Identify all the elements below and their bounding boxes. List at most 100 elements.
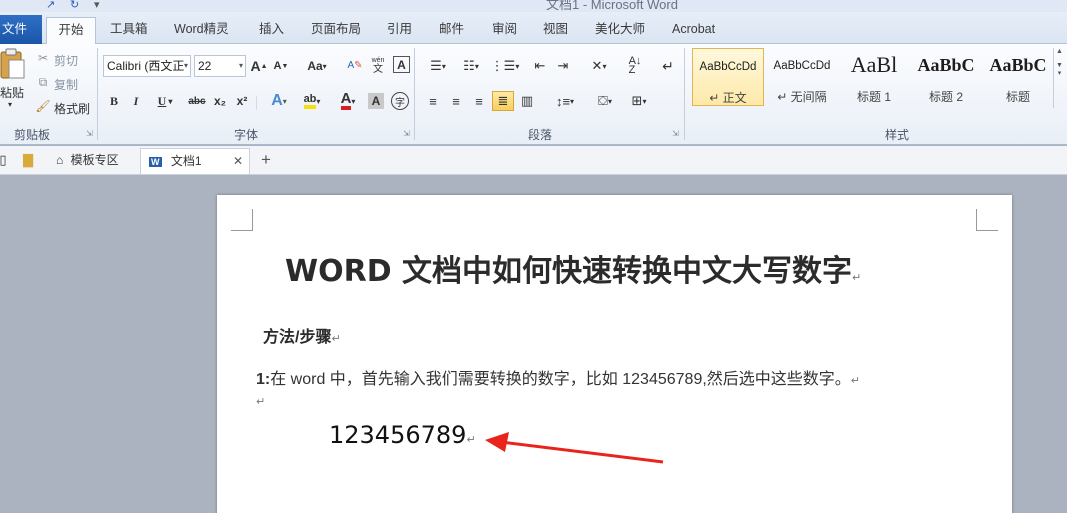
close-icon[interactable]: ✕ [233, 149, 243, 173]
redo-icon[interactable]: ↗ [46, 0, 55, 11]
ribbon-tab-row: 文件 开始 工具箱 Word精灵 插入 页面布局 引用 邮件 审阅 视图 美化大… [0, 12, 1067, 45]
enclose-char-icon[interactable]: 字 [391, 92, 409, 110]
paste-dropdown-icon[interactable]: ▾ [8, 100, 12, 109]
sort-icon[interactable]: A↓ Z [625, 56, 645, 76]
grow-font-icon[interactable]: A ▲ [250, 57, 267, 75]
underline-icon[interactable]: U ▾ [152, 93, 178, 109]
tab-beautify[interactable]: 美化大师 [591, 17, 649, 44]
multilevel-list-icon[interactable]: ⋮☰ ▾ [490, 57, 520, 75]
step-number: 1: [256, 371, 271, 388]
tab-mailings[interactable]: 邮件 [435, 17, 468, 44]
tab-document1[interactable]: W 文档1 ✕ [140, 148, 250, 174]
char-border-icon[interactable]: A [393, 56, 410, 73]
clear-format-icon[interactable]: A ✎ [345, 55, 365, 75]
justify-icon[interactable]: ≣ [492, 91, 514, 111]
styles-group-label: 样式 [885, 128, 910, 142]
change-case-icon[interactable]: Aa ▾ [303, 57, 331, 75]
clipboard-launcher-icon[interactable]: ⇲ [86, 129, 93, 138]
style-normal[interactable]: AaBbCcDd ↵ 正文 [692, 48, 764, 106]
group-divider [414, 48, 415, 140]
section-heading[interactable]: 方法/步骤↵ [263, 323, 341, 347]
paragraph-mark: ↵ [466, 433, 476, 446]
paragraph-launcher-icon[interactable]: ⇲ [672, 129, 679, 138]
increase-indent-icon[interactable]: ⇥ [554, 57, 572, 75]
style-heading-2[interactable]: AaBbC 标题 2 [910, 48, 982, 106]
group-divider [684, 48, 685, 140]
borders-icon[interactable]: ⊞ ▾ [625, 92, 653, 110]
tab-acrobat[interactable]: Acrobat [668, 17, 719, 44]
copy-icon[interactable]: ⧉ [36, 75, 50, 89]
cut-button[interactable]: 剪切 [54, 52, 78, 69]
scissors-icon[interactable]: ✂ [36, 51, 50, 65]
document-title[interactable]: WORD 文档中如何快速转换中文大写数字↵ [285, 246, 861, 290]
distributed-icon[interactable]: ▥ [517, 92, 537, 110]
chevron-down-icon: ▾ [183, 61, 188, 70]
folder-icon[interactable]: ▇ [20, 152, 36, 168]
group-divider [256, 96, 257, 110]
bullets-icon[interactable]: ☰ ▾ [423, 57, 453, 75]
tab-word-genie[interactable]: Word精灵 [170, 17, 233, 44]
shading-icon[interactable]: ⛋ ▾ [591, 91, 619, 111]
font-name-select[interactable]: Calibri (西文正 ▾ [103, 55, 191, 77]
show-marks-icon[interactable]: ↵ [660, 56, 676, 76]
paragraph-mark[interactable]: ↵ [256, 395, 265, 408]
tab-view[interactable]: 视图 [539, 17, 572, 44]
document-area[interactable]: WORD 文档中如何快速转换中文大写数字↵ 方法/步骤↵ 1:在 word 中，… [0, 175, 1067, 513]
font-color-swatch: A [340, 91, 352, 110]
highlight-icon[interactable]: ab ▾ [297, 91, 327, 111]
style-no-spacing[interactable]: AaBbCcDd ↵ 无间隔 [766, 48, 838, 106]
decrease-indent-icon[interactable]: ⇤ [531, 57, 549, 75]
font-size-value: 22 [198, 59, 212, 73]
paragraph-mark: ↵ [331, 333, 341, 345]
style-name: 标题 2 [928, 90, 963, 104]
font-color-icon[interactable]: A ▾ [334, 91, 362, 111]
text-effect-icon[interactable]: A ▾ [265, 91, 293, 111]
tab-home[interactable]: 开始 [46, 17, 96, 45]
phonetic-guide-icon[interactable]: wén 文 [368, 54, 388, 76]
chinese-layout-icon[interactable]: ✕ ▾ [586, 57, 612, 75]
style-title[interactable]: AaBbC 标题 [982, 48, 1054, 106]
paste-icon[interactable] [0, 48, 26, 80]
format-painter-icon[interactable]: 🖌 [35, 99, 50, 113]
tab-page-layout[interactable]: 页面布局 [307, 17, 365, 44]
number-text[interactable]: 123456789↵ [329, 421, 476, 449]
superscript-icon[interactable]: x² [234, 93, 250, 109]
style-name: 标题 1 [856, 90, 891, 104]
subscript-icon[interactable]: x₂ [212, 93, 228, 109]
numbering-icon[interactable]: ☷ ▾ [456, 57, 486, 75]
add-tab-icon[interactable]: + [258, 150, 274, 169]
format-painter-button[interactable]: 格式刷 [54, 100, 90, 117]
tab-review[interactable]: 审阅 [488, 17, 521, 44]
gallery-scrollbar[interactable]: ▲ ▼ ▾ [1053, 48, 1065, 108]
paste-button[interactable]: 粘贴 [0, 84, 24, 101]
ribbon: 粘贴 ▾ ✂ 剪切 ⧉ 复制 🖌 格式刷 剪贴板 ⇲ Calibri (西文正 ▾… [0, 44, 1067, 145]
copy-button[interactable]: 复制 [54, 76, 78, 93]
paragraph-mark: ↵ [850, 375, 861, 387]
tab-templates[interactable]: ⌂ 模板专区 [50, 148, 138, 174]
chevron-down-icon: ▾ [238, 61, 243, 70]
step-paragraph[interactable]: 1:在 word 中，首先输入我们需要转换的数字，比如 123456789,然后… [256, 365, 860, 389]
tab-file[interactable]: 文件 [0, 15, 42, 44]
align-left-icon[interactable]: ≡ [423, 92, 443, 110]
tab-document1-label: 文档1 [170, 154, 202, 168]
shrink-font-icon[interactable]: A ▼ [273, 57, 289, 75]
style-heading-1[interactable]: AaBl 标题 1 [838, 48, 910, 106]
qat-dropdown-icon[interactable]: ▾ [94, 0, 100, 11]
font-launcher-icon[interactable]: ⇲ [403, 129, 410, 138]
bold-icon[interactable]: B [107, 93, 121, 109]
line-spacing-icon[interactable]: ↕≡ ▾ [551, 92, 579, 110]
tab-insert[interactable]: 插入 [255, 17, 288, 44]
italic-icon[interactable]: I [129, 93, 143, 109]
char-shading-icon[interactable]: A [368, 93, 384, 109]
font-name-value: Calibri (西文正 [107, 59, 185, 73]
strikethrough-icon[interactable]: abc [186, 93, 208, 109]
align-center-icon[interactable]: ≡ [446, 92, 466, 110]
font-size-select[interactable]: 22 ▾ [194, 55, 246, 77]
tab-toolbox[interactable]: 工具箱 [106, 17, 152, 44]
style-name: ↵ 正文 [709, 91, 747, 105]
new-doc-icon[interactable]: ▯ [0, 152, 10, 168]
tab-references[interactable]: 引用 [383, 17, 416, 44]
refresh-icon[interactable]: ↻ [70, 0, 79, 11]
document-page[interactable]: WORD 文档中如何快速转换中文大写数字↵ 方法/步骤↵ 1:在 word 中，… [217, 195, 1012, 513]
align-right-icon[interactable]: ≡ [469, 92, 489, 110]
